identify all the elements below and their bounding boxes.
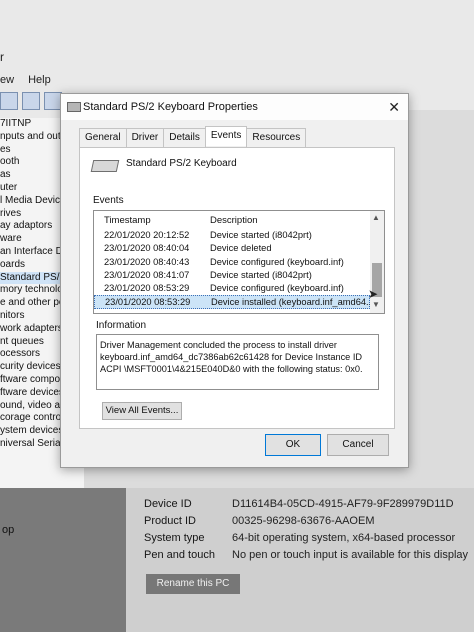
view-all-events-button[interactable]: View All Events... (102, 402, 182, 420)
sidebar-label[interactable]: op (2, 524, 14, 536)
menu-bar: ew Help (0, 74, 51, 86)
column-timestamp[interactable]: Timestamp (104, 215, 151, 226)
cancel-button[interactable]: Cancel (327, 434, 389, 456)
event-row[interactable]: 22/01/2020 20:12:52 Device started (i8042… (94, 229, 370, 242)
tab-driver[interactable]: Driver (125, 128, 165, 148)
window-title-fragment: r (0, 50, 4, 64)
spec-row-product-id: Product ID 00325-96298-63676-AAOEM (144, 515, 374, 527)
event-timestamp: 23/01/2020 08:53:29 (105, 297, 191, 308)
events-list[interactable]: Timestamp Description 22/01/2020 20:12:5… (93, 210, 385, 314)
events-label: Events (93, 195, 124, 206)
keyboard-icon (67, 102, 81, 112)
tab-details[interactable]: Details (163, 128, 206, 148)
information-label: Information (96, 320, 147, 331)
menu-view[interactable]: ew (0, 74, 14, 86)
event-description: Device installed (keyboard.inf_amd64.... (211, 297, 377, 308)
dialog-title: Standard PS/2 Keyboard Properties (83, 101, 258, 113)
settings-sidebar: op (0, 488, 126, 632)
spec-value: D11614B4-05CD-4915-AF79-9F289979D11D (232, 498, 454, 510)
device-name: Standard PS/2 Keyboard (126, 158, 237, 169)
spec-row-pen-touch: Pen and touch No pen or touch input is av… (144, 549, 468, 561)
column-description[interactable]: Description (210, 215, 258, 226)
menu-help[interactable]: Help (28, 74, 51, 86)
spec-key: System type (144, 532, 205, 544)
scroll-up-icon[interactable]: ▲ (372, 213, 380, 222)
spec-value: No pen or touch input is available for t… (232, 549, 469, 561)
information-text[interactable]: Driver Management concluded the process … (96, 334, 379, 390)
scroll-down-icon[interactable]: ▼ (372, 300, 380, 309)
event-description: Device deleted (210, 243, 272, 254)
about-panel: op Device ID D11614B4-05CD-4915-AF79-9F28… (0, 488, 474, 632)
properties-icon[interactable] (0, 92, 18, 110)
event-description: Device started (i8042prt) (210, 269, 312, 280)
event-description: Device configured (keyboard.inf) (210, 283, 344, 294)
event-row[interactable]: 23/01/2020 08:53:29 Device configured (ke… (94, 282, 370, 295)
event-row[interactable]: 23/01/2020 08:40:04 Device deleted (94, 242, 370, 255)
event-row[interactable]: 23/01/2020 08:53:29 Device installed (key… (94, 295, 376, 309)
spec-row-system-type: System type 64-bit operating system, x64-… (144, 532, 455, 544)
events-header: Timestamp Description (94, 211, 370, 227)
spec-key: Device ID (144, 498, 192, 510)
toolbar (0, 92, 62, 110)
keyboard-properties-dialog: Standard PS/2 Keyboard Properties ✕ Gene… (60, 93, 409, 468)
spec-key: Product ID (144, 515, 196, 527)
tab-general[interactable]: General (79, 128, 127, 148)
event-timestamp: 22/01/2020 20:12:52 (104, 230, 190, 240)
keyboard-device-icon (90, 160, 120, 172)
event-row[interactable]: 23/01/2020 08:41:07 Device started (i8042… (94, 269, 370, 282)
spec-value: 00325-96298-63676-AAOEM (232, 515, 375, 527)
spec-row-device-id: Device ID D11614B4-05CD-4915-AF79-9F28997… (144, 498, 454, 510)
close-icon[interactable]: ✕ (388, 99, 400, 116)
spec-key: Pen and touch (144, 549, 215, 561)
event-timestamp: 23/01/2020 08:41:07 (104, 269, 190, 280)
event-description: Device configured (keyboard.inf) (210, 256, 344, 267)
mouse-cursor-icon: ➤ (368, 287, 379, 301)
event-timestamp: 23/01/2020 08:53:29 (104, 283, 190, 294)
ok-button[interactable]: OK (265, 434, 321, 456)
tab-resources[interactable]: Resources (246, 128, 307, 148)
device-specifications: Device ID D11614B4-05CD-4915-AF79-9F28997… (126, 488, 474, 632)
event-description: Device started (i8042prt) (210, 230, 312, 240)
event-timestamp: 23/01/2020 08:40:43 (104, 256, 190, 267)
events-rows: 22/01/2020 20:12:52 Device started (i8042… (94, 229, 376, 309)
spec-value: 64-bit operating system, x64-based proce… (232, 532, 456, 544)
event-row[interactable]: 23/01/2020 08:40:43 Device configured (ke… (94, 256, 370, 269)
events-tab-panel: Standard PS/2 Keyboard Events Timestamp … (79, 147, 395, 429)
rename-pc-button[interactable]: Rename this PC (146, 574, 240, 594)
tab-events[interactable]: Events (204, 126, 248, 146)
event-timestamp: 23/01/2020 08:40:04 (104, 243, 190, 254)
tab-strip: General Driver Details Events Resources (79, 126, 307, 148)
help-icon[interactable] (22, 92, 40, 110)
dialog-titlebar: Standard PS/2 Keyboard Properties ✕ (61, 94, 408, 120)
